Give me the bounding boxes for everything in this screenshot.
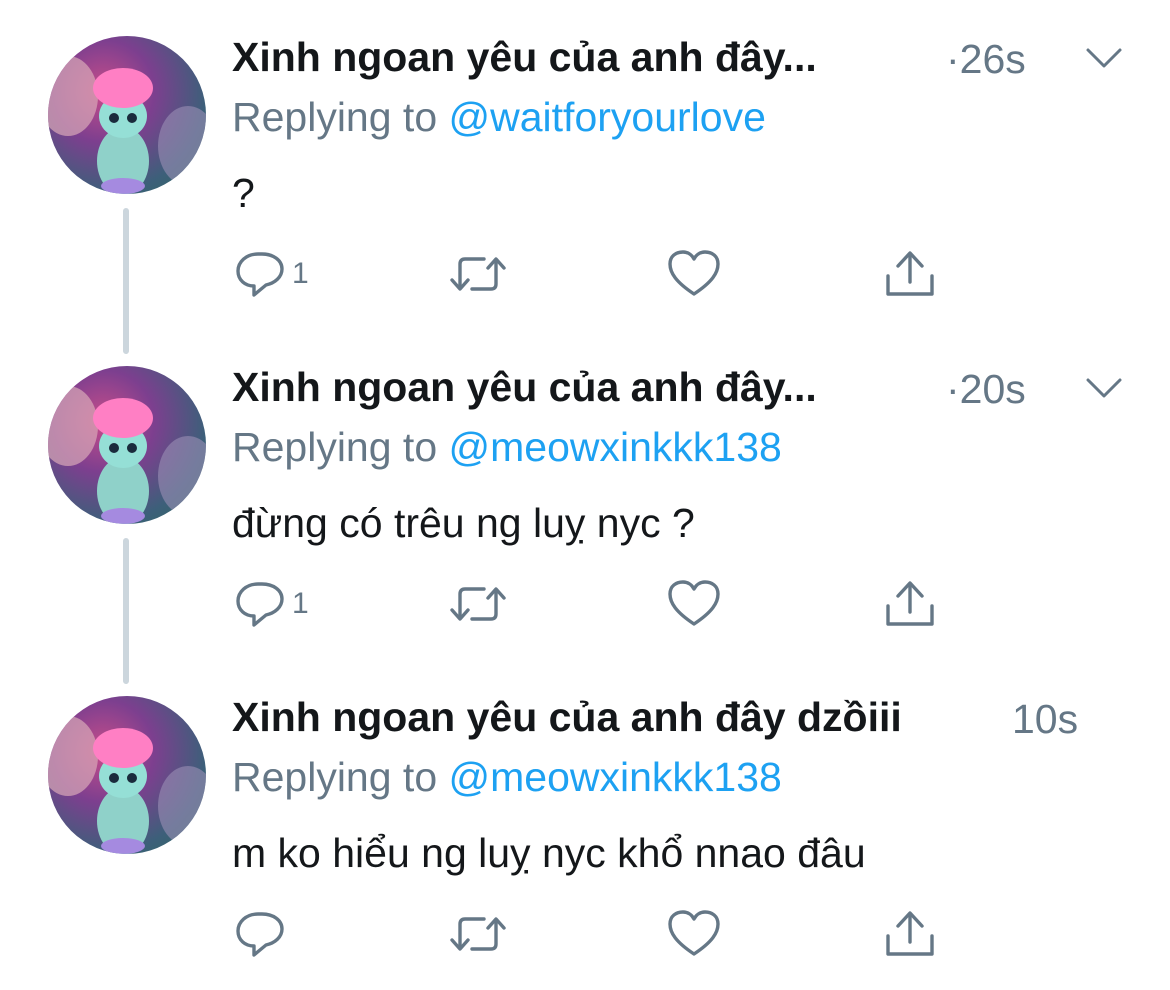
tweet[interactable]: Xinh ngoan yêu của anh đây... ·20s Reply… xyxy=(0,330,1170,684)
replying-prefix: Replying to xyxy=(232,424,449,470)
replying-to: Replying to @meowxinkkk138 xyxy=(232,424,782,471)
reply-button[interactable] xyxy=(232,906,288,962)
retweet-icon xyxy=(450,257,506,291)
tweet-text: đừng có trêu ng luỵ nyc ? xyxy=(232,500,695,546)
tweet-actions: 1 xyxy=(232,246,992,302)
reply-icon xyxy=(236,252,284,297)
retweet-icon xyxy=(450,917,506,951)
reply-icon xyxy=(236,912,284,957)
replying-handle-link[interactable]: @meowxinkkk138 xyxy=(449,754,782,800)
reply-icon xyxy=(236,582,284,627)
tweet-time[interactable]: ·20s xyxy=(946,366,1026,413)
author-name[interactable]: Xinh ngoan yêu của anh đây... xyxy=(232,364,817,411)
like-button[interactable] xyxy=(666,576,722,632)
share-icon xyxy=(886,911,934,956)
tweet-time[interactable]: ·26s xyxy=(946,36,1026,83)
share-button[interactable] xyxy=(882,906,938,962)
chevron-down-icon[interactable] xyxy=(1084,374,1124,402)
tweet[interactable]: Xinh ngoan yêu của anh đây... ·26s Reply… xyxy=(0,0,1170,354)
reply-count: 1 xyxy=(292,257,309,290)
tweet-actions: 1 xyxy=(232,576,992,632)
replying-to: Replying to @waitforyourlove xyxy=(232,94,766,141)
retweet-button[interactable] xyxy=(446,246,510,302)
retweet-button[interactable] xyxy=(446,576,510,632)
chevron-down-icon[interactable] xyxy=(1084,44,1124,72)
replying-prefix: Replying to xyxy=(232,94,449,140)
tweet-text: m ko hiểu ng luỵ nyc khổ nnao đâu xyxy=(232,830,866,876)
avatar[interactable] xyxy=(48,366,206,524)
share-icon xyxy=(886,581,934,626)
like-button[interactable] xyxy=(666,906,722,962)
reply-count: 1 xyxy=(292,587,309,620)
author-name[interactable]: Xinh ngoan yêu của anh đây dzồiii xyxy=(232,694,902,741)
replying-handle-link[interactable]: @waitforyourlove xyxy=(449,94,766,140)
tweet-actions xyxy=(232,906,992,962)
share-button[interactable] xyxy=(882,576,938,632)
replying-to: Replying to @meowxinkkk138 xyxy=(232,754,782,801)
share-button[interactable] xyxy=(882,246,938,302)
like-button[interactable] xyxy=(666,246,722,302)
avatar[interactable] xyxy=(48,696,206,854)
author-name[interactable]: Xinh ngoan yêu của anh đây... xyxy=(232,34,817,81)
heart-icon xyxy=(668,580,720,626)
reply-button[interactable]: 1 xyxy=(232,246,309,302)
replying-prefix: Replying to xyxy=(232,754,449,800)
heart-icon xyxy=(668,250,720,296)
tweet-time[interactable]: 10s xyxy=(1012,696,1078,743)
retweet-icon xyxy=(450,587,506,621)
tweet[interactable]: Xinh ngoan yêu của anh đây dzồiii 10s Re… xyxy=(0,660,1170,990)
retweet-button[interactable] xyxy=(446,906,510,962)
reply-button[interactable]: 1 xyxy=(232,576,309,632)
avatar[interactable] xyxy=(48,36,206,194)
replying-handle-link[interactable]: @meowxinkkk138 xyxy=(449,424,782,470)
share-icon xyxy=(886,251,934,296)
tweet-text: ? xyxy=(232,170,255,216)
heart-icon xyxy=(668,910,720,956)
